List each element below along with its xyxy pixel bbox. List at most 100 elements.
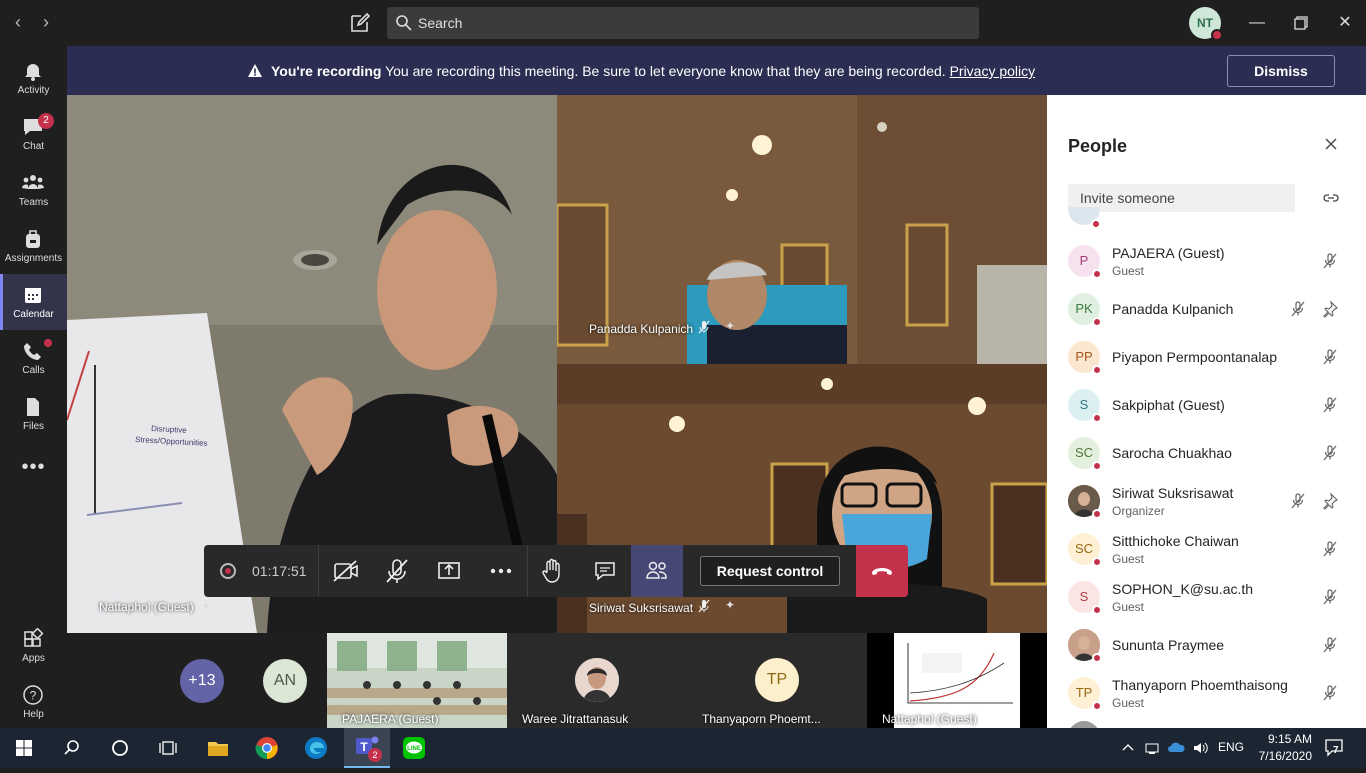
clock-date[interactable]: 7/16/2020 [1252, 749, 1312, 763]
rail-item-help[interactable]: ? Help [0, 674, 67, 730]
show-conversation-button[interactable] [579, 545, 631, 597]
task-view-icon[interactable] [154, 734, 182, 762]
search-input[interactable]: Search [387, 7, 979, 39]
show-participants-button[interactable] [631, 545, 683, 597]
chrome-icon[interactable] [253, 734, 281, 762]
strip-tile-pajaera[interactable]: PAJAERA (Guest) [327, 633, 507, 728]
camera-off-button[interactable] [319, 545, 371, 597]
person-row[interactable]: PP Piyapon Permpoontanalap [1047, 333, 1366, 381]
show-hidden-icons-icon[interactable] [1120, 740, 1136, 756]
action-center-icon[interactable]: 7 [1324, 738, 1346, 758]
person-row[interactable]: TP Thanyaporn Phoemthaisong Guest [1047, 669, 1366, 717]
presence-busy-icon [1091, 219, 1101, 229]
person-row[interactable]: P PAJAERA (Guest) Guest [1047, 237, 1366, 285]
person-row[interactable]: S SOPHON_K@su.ac.th Guest [1047, 573, 1366, 621]
invite-someone-input[interactable]: Invite someone [1068, 184, 1295, 212]
invite-placeholder: Invite someone [1080, 190, 1175, 206]
rail-item-teams[interactable]: Teams [0, 162, 67, 218]
request-control-button[interactable]: Request control [700, 556, 840, 586]
strip-tile-nattaphol[interactable]: Nattaphol (Guest) [867, 633, 1047, 728]
restore-icon[interactable] [1288, 10, 1314, 36]
notification-count: 7 [1333, 745, 1339, 756]
avatar: PK [1068, 293, 1102, 327]
line-app-icon[interactable]: LINE [400, 734, 428, 762]
person-row[interactable]: Sununta Praymee [1047, 621, 1366, 669]
participant-avatar-an[interactable]: AN [263, 659, 307, 703]
mic-off-icon[interactable] [1289, 300, 1307, 318]
forward-arrow-icon[interactable]: › [36, 12, 56, 32]
raise-hand-button[interactable] [527, 545, 579, 597]
rail-item-files[interactable]: Files [0, 386, 67, 442]
rail-item-activity[interactable]: Activity [0, 50, 67, 106]
strip-tile-thanyaporn[interactable]: TP Thanyaporn Phoemt... [687, 633, 867, 728]
more-participants-button[interactable]: +13 [180, 659, 224, 703]
rail-item-assignments[interactable]: Assignments [0, 218, 67, 274]
svg-text:LINE: LINE [407, 746, 421, 752]
close-window-icon[interactable]: ✕ [1332, 10, 1358, 36]
rail-item-calls[interactable]: Calls [0, 330, 67, 386]
mic-off-icon[interactable] [1321, 444, 1339, 462]
mic-off-icon[interactable] [1321, 588, 1339, 606]
mic-off-icon [697, 599, 711, 618]
network-icon[interactable] [1144, 740, 1160, 756]
video-tile-panadda[interactable]: Panadda Kulpanich ✦ [557, 95, 1047, 364]
svg-text:?: ? [30, 689, 37, 703]
taskbar-teams-button[interactable]: T 2 [344, 728, 390, 768]
mic-off-icon[interactable] [1321, 348, 1339, 366]
people-panel-title: People [1068, 136, 1128, 156]
windows-start-icon[interactable] [10, 734, 38, 762]
back-arrow-icon[interactable]: ‹ [8, 12, 28, 32]
edge-icon[interactable] [302, 734, 330, 762]
clock-time[interactable]: 9:15 AM [1252, 732, 1312, 746]
calls-notification-dot [44, 339, 52, 347]
pin-icon[interactable] [1321, 300, 1339, 318]
mic-off-icon[interactable] [1321, 396, 1339, 414]
person-row[interactable]: SC Sarocha Chuakhao [1047, 429, 1366, 477]
more-actions-button[interactable] [475, 545, 527, 597]
mic-off-icon[interactable] [1289, 492, 1307, 510]
mute-button[interactable] [371, 545, 423, 597]
avatar: TP [1068, 677, 1102, 711]
strip-label: Waree Jitrattanasuk [522, 712, 629, 726]
person-name: Piyapon Permpoontanalap [1112, 349, 1278, 365]
rail-item-chat[interactable]: 2 Chat [0, 106, 67, 162]
banner-message: You are recording this meeting. Be sure … [385, 63, 946, 79]
minimize-icon[interactable]: — [1244, 10, 1270, 36]
person-row[interactable]: S Sakpiphat (Guest) [1047, 381, 1366, 429]
hang-up-button[interactable] [856, 545, 908, 597]
pin-icon[interactable] [1321, 492, 1339, 510]
teams-icon [22, 175, 44, 189]
warning-icon [247, 63, 263, 79]
search-icon[interactable] [58, 734, 86, 762]
privacy-policy-link[interactable]: Privacy policy [950, 63, 1036, 79]
cortana-icon[interactable] [106, 734, 134, 762]
mic-off-icon[interactable] [1321, 684, 1339, 702]
volume-icon[interactable] [1192, 740, 1208, 756]
person-row[interactable]: Siriwat Suksrisawat Organizer [1047, 477, 1366, 525]
chat-icon [595, 562, 615, 581]
dismiss-button[interactable]: Dismiss [1227, 55, 1335, 87]
call-timer: 01:17:51 [252, 563, 307, 579]
avatar-initials: TP [1075, 685, 1093, 700]
mic-off-icon[interactable] [1321, 540, 1339, 558]
person-row[interactable]: SC Sitthichoke Chaiwan Guest [1047, 525, 1366, 573]
presence-busy-icon [1092, 461, 1102, 471]
mic-off-icon[interactable] [1321, 636, 1339, 654]
share-link-icon[interactable] [1322, 189, 1340, 207]
camera-off-icon [333, 560, 358, 582]
person-row[interactable]: PK Panadda Kulpanich [1047, 285, 1366, 333]
file-explorer-icon[interactable] [204, 734, 232, 762]
avatar [1068, 629, 1102, 663]
rail-item-apps[interactable]: Apps [0, 618, 67, 674]
avatar: SC [1068, 533, 1102, 567]
strip-tile-waree[interactable]: Waree Jitrattanasuk [507, 633, 687, 728]
share-screen-button[interactable] [423, 545, 475, 597]
input-language[interactable]: ENG [1218, 740, 1244, 754]
compose-icon[interactable] [348, 11, 372, 35]
close-icon[interactable] [1323, 136, 1339, 152]
rail-item-calendar[interactable]: Calendar [0, 274, 67, 330]
user-avatar[interactable]: NT [1189, 7, 1223, 41]
mic-off-icon[interactable] [1321, 252, 1339, 270]
more-apps-button[interactable]: ••• [0, 442, 67, 498]
onedrive-icon[interactable] [1168, 740, 1186, 756]
